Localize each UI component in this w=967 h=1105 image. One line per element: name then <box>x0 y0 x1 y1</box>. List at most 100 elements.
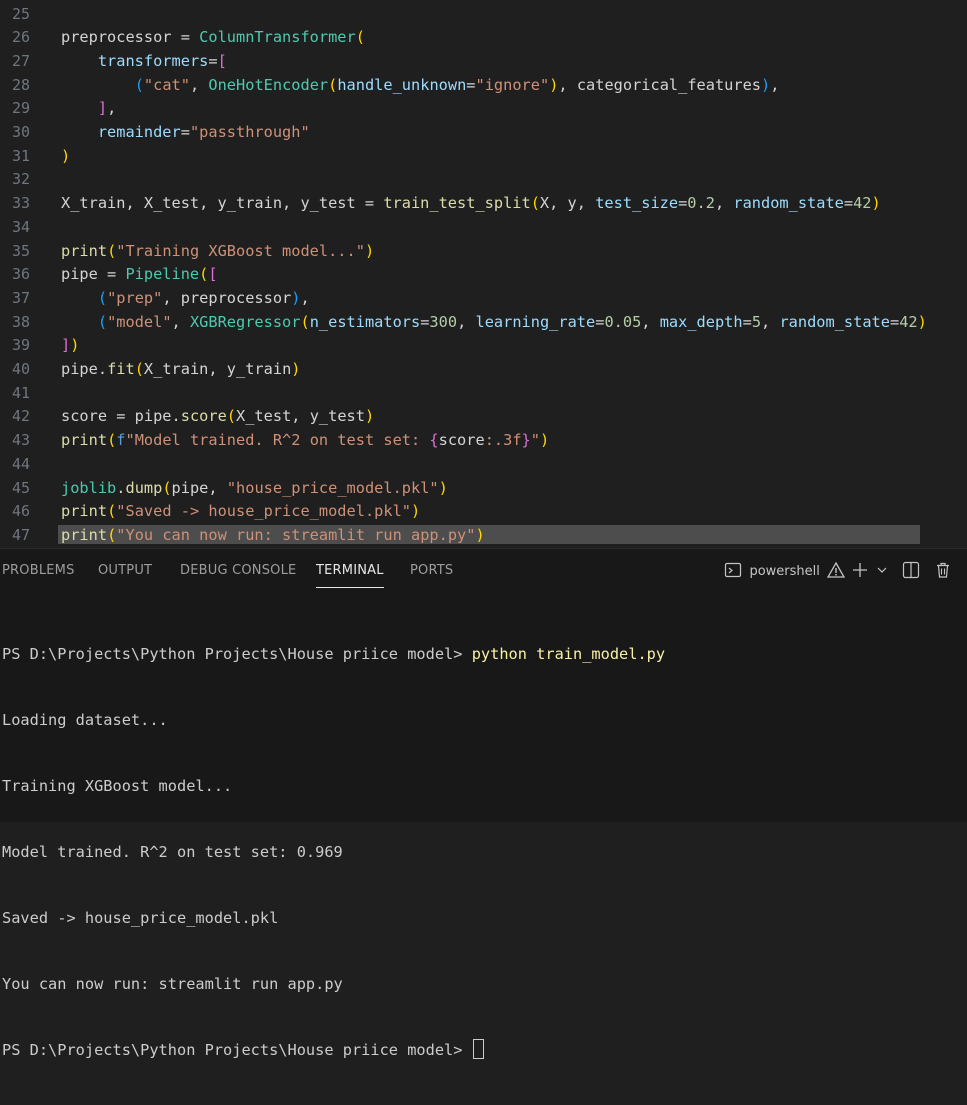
code-token: random_state <box>733 194 844 213</box>
code-token: "You can now run: streamlit run app.py" <box>116 525 476 544</box>
code-line[interactable]: 33 X_train, X_test, y_train, y_test = tra… <box>0 192 967 216</box>
code-line[interactable]: 41 <box>0 382 967 406</box>
line-number: 34 <box>11 217 30 236</box>
warning-icon <box>827 561 846 578</box>
code-token: [ <box>208 265 218 284</box>
line-number: 36 <box>11 265 30 284</box>
code-line[interactable]: 36 pipe = Pipeline([ <box>0 263 967 287</box>
code-token: 0.2 <box>687 194 715 213</box>
terminal-line: You can now run: streamlit run app.py <box>2 975 343 993</box>
code-line[interactable]: 29 ], <box>0 97 967 121</box>
code-token: "house_price_model.pkl" <box>226 478 439 497</box>
code-token: XGBRegressor <box>189 312 301 331</box>
code-token: = <box>208 51 218 70</box>
code-token: ] <box>97 99 108 118</box>
split-terminal-button[interactable] <box>902 561 920 583</box>
code-token: print <box>61 431 108 450</box>
code-token: f <box>116 431 126 450</box>
code-line[interactable]: 39]) <box>0 334 967 358</box>
code-token: ) <box>438 478 448 497</box>
terminal-shell-selector[interactable]: powershell <box>724 561 846 579</box>
code-token: = <box>889 312 900 331</box>
code-text: ]) <box>61 334 79 358</box>
code-line[interactable]: 34 <box>0 216 967 240</box>
new-terminal-button[interactable] <box>851 561 869 583</box>
line-number: 37 <box>11 288 30 307</box>
tab-terminal[interactable]: TERMINAL <box>316 563 384 588</box>
code-token: ( <box>97 288 108 307</box>
code-token: pipe. <box>61 360 108 378</box>
code-line[interactable]: 31) <box>0 145 967 169</box>
shell-name: powershell <box>749 564 820 579</box>
code-line[interactable]: 32 <box>0 168 967 192</box>
code-token: pipe, <box>171 478 227 497</box>
code-token: "Model trained. R^2 on test set: <box>125 431 430 450</box>
code-line[interactable]: 38 ("model", XGBRegressor(n_estimators=3… <box>0 311 967 335</box>
code-line[interactable]: 25 <box>0 3 967 27</box>
code-token: print <box>61 241 108 260</box>
code-line[interactable]: 43 print(f"Model trained. R^2 on test set… <box>0 429 967 453</box>
terminal-command: python train_model.py <box>471 645 666 663</box>
code-token: :.3f <box>484 431 522 450</box>
code-token: X_train, X_test, y_train, y_test = <box>61 194 384 213</box>
code-text: print("Training XGBoost model...") <box>61 240 374 264</box>
code-token: preprocessor = <box>61 28 200 47</box>
code-text: joblib.dump(pipe, "house_price_model.pkl… <box>61 477 448 501</box>
line-number: 26 <box>11 28 30 47</box>
code-token: fit <box>107 360 135 378</box>
terminal-input-line[interactable]: PS D:\Projects\Python Projects\House pri… <box>2 1039 962 1061</box>
code-line[interactable]: 47 print("You can now run: streamlit run … <box>0 524 967 548</box>
code-token: ( <box>355 28 365 47</box>
code-token: ) <box>364 241 375 260</box>
code-token: "cat" <box>143 75 190 94</box>
tab-debug-console[interactable]: DEBUG CONSOLE <box>180 563 296 578</box>
code-line[interactable]: 26 preprocessor = ColumnTransformer( <box>0 26 967 50</box>
tab-ports[interactable]: PORTS <box>410 563 453 578</box>
bottom-panel: PROBLEMS OUTPUT DEBUG CONSOLE TERMINAL P… <box>0 548 967 1059</box>
code-token: ( <box>107 502 117 521</box>
terminal-prompt: PS D:\Projects\Python Projects\House pri… <box>2 1041 463 1059</box>
terminal-line: Model trained. R^2 on test set: 0.969 <box>2 843 343 861</box>
code-line[interactable]: 30 remainder="passthrough" <box>0 121 967 145</box>
line-number: 47 <box>11 525 30 544</box>
code-token: "Saved -> house_price_model.pkl" <box>116 502 411 521</box>
code-token: = <box>180 123 190 141</box>
code-token: , <box>714 194 734 213</box>
code-token: ) <box>70 336 80 355</box>
terminal-dropdown-button[interactable] <box>876 561 888 583</box>
code-token: , preprocessor <box>162 288 292 307</box>
code-line[interactable]: 44 <box>0 453 967 477</box>
code-text: ("model", XGBRegressor(n_estimators=300,… <box>61 311 927 335</box>
code-line[interactable]: 45 joblib.dump(pipe, "house_price_model.p… <box>0 477 967 501</box>
code-token: ) <box>539 431 550 450</box>
code-line[interactable]: 35 print("Training XGBoost model...") <box>0 240 967 264</box>
kill-terminal-button[interactable] <box>934 561 952 583</box>
code-text: preprocessor = ColumnTransformer( <box>61 26 365 50</box>
code-line[interactable]: 28 ("cat", OneHotEncoder(handle_unknown=… <box>0 74 967 98</box>
tab-problems[interactable]: PROBLEMS <box>2 563 75 578</box>
code-token: "prep" <box>107 288 163 307</box>
code-line[interactable]: 46 print("Saved -> house_price_model.pkl"… <box>0 500 967 524</box>
line-number: 31 <box>11 146 30 165</box>
code-text: pipe = Pipeline([ <box>61 263 218 287</box>
line-number: 38 <box>11 312 30 331</box>
code-token: score <box>180 407 227 426</box>
code-editor[interactable]: 25 26 preprocessor = ColumnTransformer(27 … <box>0 0 967 548</box>
split-icon <box>902 561 920 579</box>
tab-output[interactable]: OUTPUT <box>98 563 152 578</box>
code-token: score = pipe. <box>61 407 181 426</box>
code-line[interactable]: 40 pipe.fit(X_train, y_train) <box>0 358 967 382</box>
code-line[interactable]: 37 ("prep", preprocessor), <box>0 287 967 311</box>
code-token: ( <box>199 265 209 284</box>
terminal-line: Training XGBoost model... <box>2 777 233 795</box>
code-text: ) <box>61 145 70 169</box>
terminal-output[interactable]: PS D:\Projects\Python Projects\House pri… <box>2 599 962 1105</box>
code-token: = <box>678 194 688 213</box>
code-line[interactable]: 42 score = pipe.score(X_test, y_test) <box>0 405 967 429</box>
code-token: 0.05 <box>604 312 642 331</box>
code-token: ] <box>61 336 71 355</box>
code-token: "model" <box>107 312 172 331</box>
code-token: , <box>171 312 190 331</box>
code-line[interactable]: 27 transformers=[ <box>0 50 967 74</box>
